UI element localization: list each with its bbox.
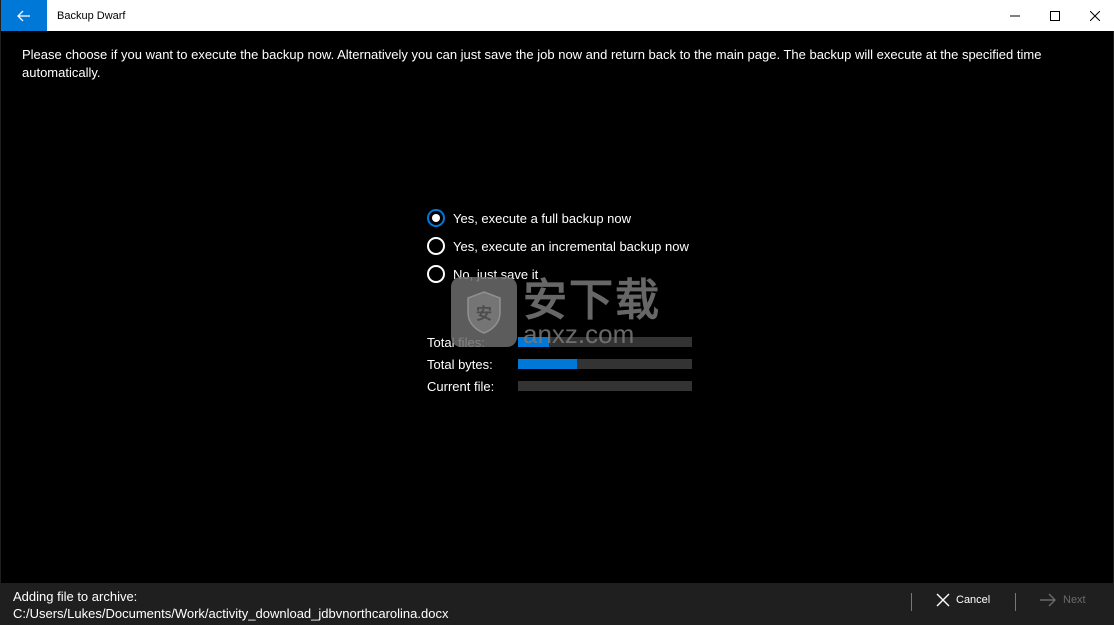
app-window: Backup Dwarf Please choose if you want t… (0, 0, 1114, 625)
radio-button[interactable] (427, 265, 445, 283)
cancel-label: Cancel (956, 594, 991, 606)
total-files-progress-bar (518, 337, 692, 347)
current-file-progress-bar (518, 381, 692, 391)
option-label: Yes, execute an incremental backup now (453, 238, 689, 254)
option-incremental-backup[interactable]: Yes, execute an incremental backup now (427, 236, 689, 256)
close-button[interactable] (1075, 0, 1114, 31)
bottom-bar: Adding file to archive: C:/Users/Lukes/D… (1, 583, 1114, 625)
current-file-label: Current file: (427, 378, 495, 394)
window-title: Backup Dwarf (57, 9, 126, 22)
caption-buttons (995, 0, 1114, 31)
arrow-right-icon (1040, 593, 1056, 607)
next-button[interactable]: Next (1039, 593, 1086, 607)
total-bytes-progress-bar (518, 359, 692, 369)
total-files-label: Total files: (427, 334, 485, 350)
total-bytes-row: Total bytes: (427, 353, 692, 375)
next-label: Next (1063, 594, 1086, 606)
close-icon (936, 593, 950, 607)
option-label: Yes, execute a full backup now (453, 210, 632, 226)
title-bar: Backup Dwarf (1, 0, 1114, 31)
total-bytes-label: Total bytes: (427, 356, 493, 372)
total-files-progress-fill (518, 337, 550, 347)
close-icon (1090, 10, 1100, 21)
minimize-icon (1010, 15, 1020, 16)
radio-button[interactable] (427, 237, 445, 255)
maximize-icon (1050, 10, 1060, 21)
maximize-button[interactable] (1035, 0, 1075, 31)
status-text: Adding file to archive: C:/Users/Lukes/D… (13, 588, 448, 622)
intro-text: Please choose if you want to execute the… (22, 47, 1042, 80)
status-current-file-path: C:/Users/Lukes/Documents/Work/activity_d… (13, 606, 449, 621)
option-label: No, just save it (453, 266, 539, 282)
backup-options: Yes, execute a full backup now Yes, exec… (427, 208, 689, 292)
status-line-1: Adding file to archive: (13, 589, 138, 604)
total-files-row: Total files: (427, 331, 692, 353)
option-full-backup[interactable]: Yes, execute a full backup now (427, 208, 689, 228)
svg-text:安: 安 (476, 304, 492, 323)
radio-button-selected[interactable] (427, 209, 445, 227)
progress-section: Total files: Total bytes: Current file: (427, 331, 692, 397)
minimize-button[interactable] (995, 0, 1035, 31)
radio-dot (432, 214, 440, 222)
total-bytes-progress-fill (518, 359, 578, 369)
back-button[interactable] (1, 0, 47, 31)
arrow-left-icon (17, 10, 30, 21)
separator (911, 593, 912, 611)
cancel-button[interactable]: Cancel (936, 593, 990, 607)
separator (1015, 593, 1016, 611)
current-file-row: Current file: (427, 375, 692, 397)
option-save-only[interactable]: No, just save it (427, 264, 689, 284)
